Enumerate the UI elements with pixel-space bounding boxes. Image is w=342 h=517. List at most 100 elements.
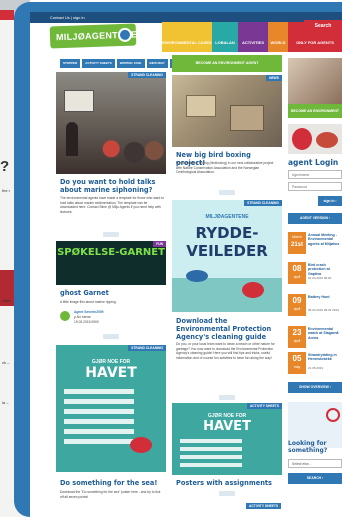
event-item[interactable]: March 21st Annual Meeting - Environmental…: [288, 232, 342, 256]
event-title[interactable]: Strandrydding in Henrestobekk: [308, 353, 342, 362]
nav-label: ENVIRONMENTAL CASES: [162, 40, 212, 45]
card-body: A little image film about marine ripping…: [60, 300, 117, 304]
nav-label: WORLD: [270, 40, 286, 45]
nav-label: ONLY FOR AGENTS: [296, 40, 334, 45]
more-button[interactable]: [219, 491, 235, 496]
card-body: The environmental agents have made a tem…: [60, 196, 164, 214]
search-button[interactable]: Search: [304, 20, 342, 33]
more-button[interactable]: [219, 190, 235, 195]
nav-lobalan[interactable]: LOBALAN: [212, 22, 238, 52]
card-posters-assignments[interactable]: GJØR NOE FOR HAVET ACTIVITY SHEETS Poste…: [172, 403, 282, 517]
classroom-photo: STRAND CLEANING: [56, 72, 166, 174]
presentation-screen: [64, 90, 94, 112]
agent-card-image: [288, 124, 342, 154]
rydde-poster: MILJØAGENTENE RYDDE- VEILEDER STRAND CLE…: [172, 200, 282, 312]
card-body: Participate in a ringing (birdboxing) in…: [176, 161, 274, 175]
event-time: 01.04.2019 06:00: [308, 276, 332, 280]
event-title[interactable]: Bird crash protection at Gaptiva: [308, 263, 342, 276]
card-title[interactable]: ghost Garnet: [60, 289, 164, 297]
poster-title-2: VEILEDER: [186, 242, 268, 260]
become-agent-banner[interactable]: BECOME AN ENVIRONMENT AGENT: [172, 55, 282, 72]
crab-icon: [130, 437, 152, 453]
event-date: 09 april: [288, 294, 306, 316]
poster-logo: MILJØAGENTENE: [205, 214, 249, 220]
agent-version-button[interactable]: AGENT VERSION ›: [288, 213, 342, 224]
event-date: 23 april: [288, 326, 306, 348]
card-title[interactable]: Do you want to hold talks about marine s…: [60, 178, 164, 194]
search-submit-button[interactable]: SEARCH ›: [288, 473, 342, 484]
more-button[interactable]: [103, 232, 119, 237]
category-badge: FUN: [153, 241, 166, 247]
globe-icon: [117, 27, 133, 43]
nav-label: LOBALAN: [215, 40, 235, 45]
card-cleaning-guide[interactable]: MILJØAGENTENE RYDDE- VEILEDER STRAND CLE…: [172, 200, 282, 395]
category-tabs: STOPPER ACTIVITY SHEETS WRITING TASK BIR…: [60, 59, 185, 68]
web-page: Contact Us | sign in MILJØAGENTENE ENVIR…: [30, 12, 342, 517]
event-title[interactable]: Environmental watch at Slagarnå Arena: [308, 327, 342, 340]
event-time: 21.05.2019: [308, 366, 324, 370]
card-title[interactable]: Download the Environmental Protection Ag…: [176, 317, 280, 341]
nav-world[interactable]: WORLD: [268, 22, 288, 52]
tab-writing-task[interactable]: WRITING TASK: [116, 59, 145, 68]
category-badge: STRAND CLEANING: [128, 72, 166, 78]
card-body: Download the "Do something for the sea" …: [60, 490, 161, 499]
more-button[interactable]: [219, 395, 235, 400]
password-input[interactable]: [288, 182, 342, 191]
badge-icon: [292, 128, 312, 150]
avatar: [60, 311, 70, 321]
bird-box-photo: NEWS: [172, 75, 282, 147]
card-do-something-sea[interactable]: GJØR NOE FOR HAVET STRAND CLEANING Do so…: [56, 345, 166, 517]
more-button[interactable]: [103, 334, 119, 339]
looking-title: Looking for something?: [288, 440, 328, 454]
event-item[interactable]: 08 april Bird crash protection at Gaptiva…: [288, 262, 342, 286]
ghost-garnet-banner: SPØKELSE-GARNET FUN: [56, 241, 166, 285]
card-ghost-garnet[interactable]: SPØKELSE-GARNET FUN ghost Garnet A littl…: [56, 241, 166, 339]
author-meta: p-No sense: [74, 315, 91, 319]
event-item[interactable]: 09 april Battery Hunt 05.04.2019 09:29 20…: [288, 294, 342, 318]
event-title[interactable]: Battery Hunt: [308, 295, 342, 299]
post-date: 19.03.2015.0900: [74, 320, 99, 324]
audience-figures: [98, 138, 164, 174]
show-overview-button[interactable]: SHOW OVERVIEW ›: [288, 382, 342, 393]
background-logo: [0, 10, 14, 20]
bird-box: [186, 95, 216, 117]
bird-box: [230, 105, 264, 131]
tab-birthday[interactable]: BIRTHDAY: [146, 59, 168, 68]
device-frame: Contact Us | sign in MILJØAGENTENE ENVIR…: [14, 2, 342, 517]
category-select[interactable]: Select else...: [288, 459, 342, 468]
crab-icon: [242, 282, 264, 298]
card-title[interactable]: Do something for the sea!: [60, 479, 164, 487]
havet-poster: GJØR NOE FOR HAVET STRAND CLEANING: [56, 345, 166, 472]
tab-stopper[interactable]: STOPPER: [60, 59, 81, 68]
event-item[interactable]: 05 may Strandrydding in Henrestobekk 21.0…: [288, 352, 342, 376]
poster-title: RYDDE-: [195, 224, 259, 242]
poster-checklist: [64, 389, 134, 449]
category-badge: ACTIVITY SHEETS: [246, 503, 282, 509]
site-logo[interactable]: MILJØAGENTENE: [49, 23, 138, 49]
event-title[interactable]: Annual Meeting - Environmental agents at…: [308, 233, 342, 246]
event-date: 05 may: [288, 352, 306, 374]
author-name[interactable]: Agent Severin2009: [74, 310, 104, 315]
banner-text: SPØKELSE-GARNET: [57, 247, 165, 258]
nav-environmental-cases[interactable]: ENVIRONMENTAL CASES: [162, 22, 212, 52]
category-badge: STRAND CLEANING: [244, 200, 282, 206]
card-marine-talks[interactable]: STRAND CLEANING Do you want to hold talk…: [56, 72, 166, 232]
agentname-input[interactable]: [288, 170, 342, 179]
nav-activities[interactable]: ACTIVITIES: [238, 22, 268, 52]
event-time: 05.04.2019 09:29 2019: [308, 308, 339, 312]
presenter-figure: [66, 122, 78, 156]
category-badge: ACTIVITY SHEETS: [246, 403, 282, 409]
sign-in-button[interactable]: sign in ›: [318, 196, 342, 206]
magnifier-icon: [326, 408, 340, 422]
become-agent-link[interactable]: BECOME AN ENVIRONMENT AGENT: [288, 104, 342, 127]
tab-activity-sheets[interactable]: ACTIVITY SHEETS: [82, 59, 115, 68]
category-badge: STRAND CLEANING: [128, 345, 166, 351]
card-title[interactable]: Posters with assignments: [176, 479, 280, 487]
fish-icon: [186, 270, 208, 282]
background-heading: ?: [0, 158, 10, 175]
event-item[interactable]: 23 april Environmental watch at Slagarnå …: [288, 326, 342, 350]
event-date: March 21st: [288, 232, 306, 254]
card-bird-boxing[interactable]: BECOME AN ENVIRONMENT AGENT NEWS New big…: [172, 55, 282, 190]
havet-poster-2: GJØR NOE FOR HAVET ACTIVITY SHEETS: [172, 403, 282, 475]
poster-title: HAVET: [85, 365, 137, 381]
